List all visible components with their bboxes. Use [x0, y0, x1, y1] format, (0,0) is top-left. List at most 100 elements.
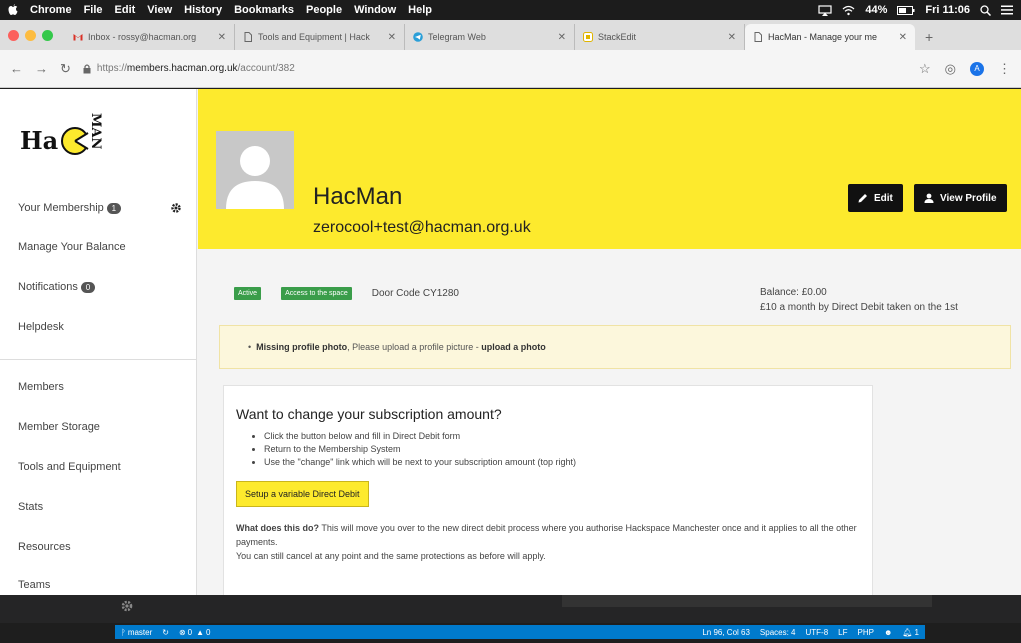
default-user-icon — [226, 146, 284, 209]
back-icon[interactable]: ← — [10, 61, 23, 76]
profile-email: zerocool+test@hacman.org.uk — [313, 219, 531, 236]
tab-title: HacMan - Manage your me — [768, 32, 878, 42]
edit-button[interactable]: Edit — [848, 184, 903, 212]
tab-close-icon[interactable]: ✕ — [728, 32, 736, 43]
url-scheme: https:// — [96, 63, 127, 74]
sidebar-item-stats[interactable]: Stats — [18, 501, 43, 513]
menu-help[interactable]: Help — [408, 4, 432, 16]
airplay-icon[interactable] — [818, 4, 832, 16]
close-window-button[interactable] — [8, 29, 19, 41]
address-bar[interactable]: https://members.hacman.org.uk/account/38… — [83, 63, 907, 74]
line-ending[interactable]: LF — [838, 628, 847, 637]
stackedit-icon — [583, 32, 593, 42]
new-tab-icon[interactable]: + — [925, 24, 933, 50]
tab-close-icon[interactable]: ✕ — [388, 32, 396, 43]
tab-telegram[interactable]: Telegram Web ✕ — [405, 24, 575, 50]
error-count[interactable]: 0 — [188, 628, 192, 637]
bookmark-star-icon[interactable]: ☆ — [919, 61, 931, 77]
pencil-icon — [858, 194, 867, 203]
minimize-window-button[interactable] — [25, 29, 36, 41]
page-icon — [244, 32, 252, 42]
branch-icon[interactable]: ᚹ — [121, 628, 126, 637]
cancel-note: You can still cancel at any point and th… — [236, 551, 546, 561]
menu-history[interactable]: History — [184, 4, 222, 16]
menu-edit[interactable]: Edit — [115, 4, 136, 16]
lock-icon[interactable] — [83, 63, 91, 74]
toolbar-actions: ☆ ◎ A ⋮ — [919, 61, 1011, 77]
tab-close-icon[interactable]: ✕ — [558, 32, 566, 43]
main-content: HacMan zerocool+test@hacman.org.uk Edit … — [198, 89, 1021, 595]
cursor-position[interactable]: Ln 96, Col 63 — [702, 628, 750, 637]
setup-direct-debit-button[interactable]: Setup a variable Direct Debit — [236, 481, 369, 507]
menu-people[interactable]: People — [306, 4, 342, 16]
missing-photo-alert: • Missing profile photo , Please upload … — [219, 325, 1011, 369]
tab-title: StackEdit — [598, 32, 637, 42]
tab-tools-equipment[interactable]: Tools and Equipment | Hack ✕ — [235, 24, 405, 50]
tab-hacman-active[interactable]: HacMan - Manage your me ✕ — [745, 24, 915, 50]
gear-icon[interactable] — [170, 202, 182, 214]
sync-icon[interactable]: ↻ — [162, 628, 169, 637]
git-branch[interactable]: master — [128, 628, 152, 637]
profile-avatar[interactable]: A — [970, 61, 984, 76]
reload-icon[interactable]: ↻ — [60, 61, 71, 77]
list-item: Return to the Membership System — [264, 443, 860, 456]
menu-window[interactable]: Window — [354, 4, 396, 16]
sidebar-item-your-membership[interactable]: Your Membership 1 — [18, 202, 121, 214]
sidebar-item-tools-equipment[interactable]: Tools and Equipment — [18, 461, 121, 473]
upload-photo-link[interactable]: upload a photo — [481, 342, 546, 352]
logo-letter-m: MAN — [88, 113, 103, 149]
profile-banner: HacMan zerocool+test@hacman.org.uk Edit … — [198, 89, 1021, 249]
sidebar-item-members[interactable]: Members — [18, 381, 64, 393]
tab-inbox[interactable]: Inbox - rossy@hacman.org ✕ — [65, 24, 235, 50]
warning-count[interactable]: 0 — [206, 628, 210, 637]
sidebar-item-label: Tools and Equipment — [18, 461, 121, 473]
feedback-icon[interactable]: ☻ — [884, 628, 892, 637]
zoom-window-button[interactable] — [42, 29, 53, 41]
sidebar-item-manage-balance[interactable]: Manage Your Balance — [18, 241, 126, 253]
sidebar-item-member-storage[interactable]: Member Storage — [18, 421, 100, 433]
spotlight-search-icon[interactable] — [980, 4, 991, 16]
sidebar-item-helpdesk[interactable]: Helpdesk — [18, 321, 64, 333]
subscription-card: Want to change your subscription amount?… — [223, 385, 873, 595]
warning-icon[interactable]: ▲ — [196, 628, 204, 637]
indentation[interactable]: Spaces: 4 — [760, 628, 796, 637]
subscription-summary: £10 a month by Direct Debit taken on the… — [760, 302, 958, 313]
alert-text: , Please upload a profile picture - — [347, 342, 482, 352]
status-right: Ln 96, Col 63 Spaces: 4 UTF-8 LF PHP ☻ 🔔… — [702, 628, 919, 637]
encoding[interactable]: UTF-8 — [806, 628, 829, 637]
membership-badge: 1 — [106, 202, 121, 214]
menu-app-name[interactable]: Chrome — [30, 4, 72, 16]
notification-count[interactable]: 1 — [915, 628, 919, 637]
url-path: /account/382 — [237, 63, 295, 74]
notification-center-icon[interactable] — [1001, 5, 1013, 15]
tab-close-icon[interactable]: ✕ — [899, 32, 907, 43]
forward-icon[interactable]: → — [35, 61, 48, 76]
chrome-menu-icon[interactable]: ⋮ — [998, 61, 1011, 77]
error-icon[interactable]: ⊗ — [179, 628, 186, 637]
menubar-clock[interactable]: Fri 11:06 — [925, 4, 970, 16]
tab-close-icon[interactable]: ✕ — [218, 32, 226, 43]
wifi-icon[interactable] — [842, 5, 855, 16]
tab-stackedit[interactable]: StackEdit ✕ — [575, 24, 745, 50]
menu-bookmarks[interactable]: Bookmarks — [234, 4, 294, 16]
language-mode[interactable]: PHP — [858, 628, 874, 637]
settings-gear-icon[interactable] — [120, 599, 134, 613]
sidebar-item-teams[interactable]: Teams — [18, 579, 50, 591]
telegram-icon — [413, 32, 423, 42]
sidebar-item-label: Your Membership — [18, 202, 104, 214]
battery-icon[interactable] — [897, 5, 915, 15]
menu-view[interactable]: View — [147, 4, 172, 16]
sidebar-item-label: Teams — [18, 579, 51, 591]
user-icon — [924, 193, 934, 203]
extension-icon[interactable]: ◎ — [945, 61, 956, 77]
bell-icon[interactable]: 🔔︎ — [902, 628, 912, 637]
notifications-badge: 0 — [80, 281, 95, 293]
sidebar-item-resources[interactable]: Resources — [18, 541, 71, 553]
hacman-logo[interactable]: Ha MAN — [20, 101, 120, 191]
apple-icon[interactable] — [8, 4, 18, 16]
editor-status-bar: ᚹ master ↻ ⊗ 0 ▲ 0 Ln 96, Col 63 Spaces:… — [115, 625, 925, 639]
menu-file[interactable]: File — [84, 4, 103, 16]
card-explanation: What does this do? This will move you ov… — [236, 521, 860, 549]
sidebar-item-notifications[interactable]: Notifications 0 — [18, 281, 95, 293]
view-profile-button[interactable]: View Profile — [914, 184, 1007, 212]
